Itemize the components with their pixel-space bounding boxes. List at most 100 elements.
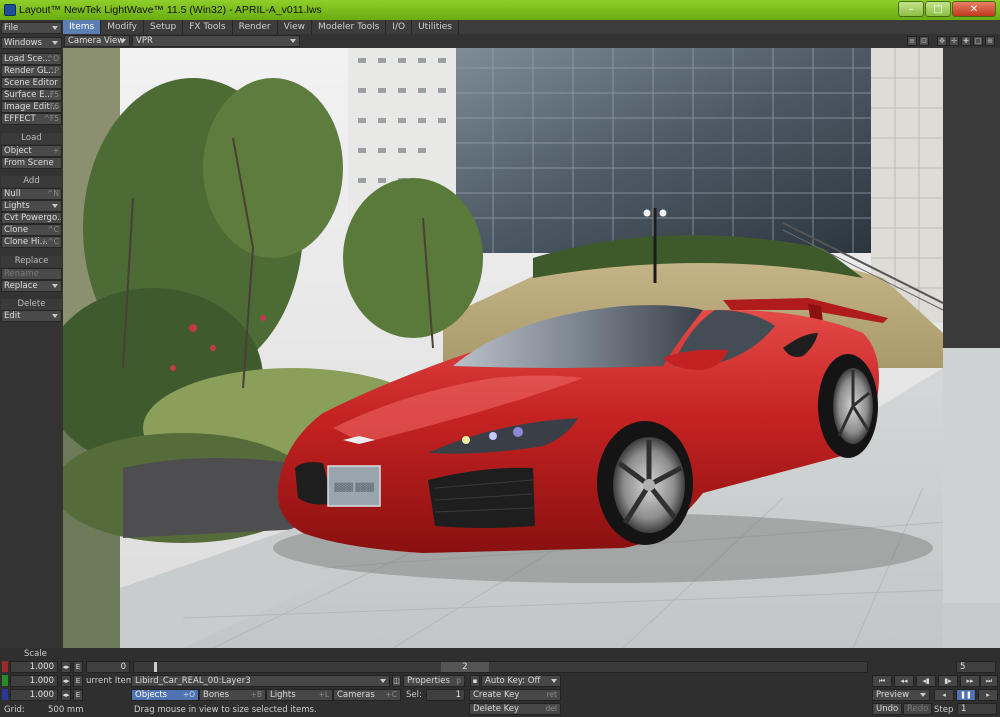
create-key-button[interactable]: Create Key ret bbox=[469, 689, 561, 701]
image-editor-button[interactable]: Image Edit... F6 bbox=[1, 101, 62, 113]
tab-modify[interactable]: Modify bbox=[101, 20, 145, 34]
scale-z-arrows-icon[interactable]: ◂▸ bbox=[61, 689, 71, 701]
vpr-mode-select[interactable]: VPR bbox=[132, 35, 300, 47]
license-plate-blur: ▓▓▓ ▓▓▓ bbox=[334, 482, 373, 492]
timeline-slider[interactable]: 2 bbox=[133, 661, 868, 673]
load-object-button[interactable]: Object + bbox=[1, 145, 62, 157]
step-field[interactable]: 1 bbox=[957, 703, 997, 715]
rotate-view-icon[interactable]: ✛ bbox=[949, 36, 959, 46]
close-icon[interactable]: ✕ bbox=[952, 1, 996, 17]
tab-setup[interactable]: Setup bbox=[144, 20, 184, 34]
timeline-playhead[interactable] bbox=[154, 662, 157, 672]
clone-hierarchy-button[interactable]: Clone Hi... +^C bbox=[1, 236, 62, 248]
maximize-icon[interactable]: □ bbox=[925, 1, 951, 17]
y-axis-swatch bbox=[2, 675, 8, 686]
current-item-select[interactable]: Libird_Car_REAL_00:Layer3 bbox=[131, 675, 390, 687]
z-axis-swatch bbox=[2, 689, 8, 700]
delete-edit-menu[interactable]: Edit bbox=[1, 310, 62, 322]
selection-count-label: Sel: bbox=[406, 690, 422, 700]
lights-mode-button[interactable]: Lights +L bbox=[266, 689, 333, 701]
delete-key-button[interactable]: Delete Key del bbox=[469, 703, 561, 715]
rendered-scene-car: ▓▓▓ ▓▓▓ bbox=[63, 48, 1000, 648]
scale-y-arrows-icon[interactable]: ◂▸ bbox=[61, 675, 71, 687]
step-label: Step bbox=[934, 705, 954, 715]
load-section-header: Load bbox=[1, 133, 62, 144]
minimize-icon[interactable]: – bbox=[898, 1, 924, 17]
previous-frame-icon[interactable]: ◂▮ bbox=[916, 675, 936, 687]
view-type-select[interactable]: Camera View bbox=[64, 35, 130, 47]
tab-utilities[interactable]: Utilities bbox=[412, 20, 459, 34]
tab-modeler-tools[interactable]: Modeler Tools bbox=[312, 20, 387, 34]
scale-x-arrows-icon[interactable]: ◂▸ bbox=[61, 661, 71, 673]
clone-button[interactable]: Clone ^C bbox=[1, 224, 62, 236]
go-to-end-icon[interactable]: ⏭ bbox=[980, 675, 998, 687]
add-null-button[interactable]: Null ^N bbox=[1, 188, 62, 200]
load-from-scene-button[interactable]: From Scene bbox=[1, 157, 62, 169]
scale-y-field[interactable]: 1.000 bbox=[10, 675, 58, 687]
render-gl-button[interactable]: Render GL... ^P bbox=[1, 65, 62, 77]
preview-menu[interactable]: Preview bbox=[872, 689, 930, 701]
auto-key-select[interactable]: Auto Key: Off bbox=[481, 675, 561, 687]
pause-icon[interactable]: ❚❚ bbox=[956, 689, 976, 701]
cameras-mode-button[interactable]: Cameras +C bbox=[333, 689, 401, 701]
convert-powergons-button[interactable]: Cvt Powergo... bbox=[1, 212, 62, 224]
camera-viewport[interactable]: ▓▓▓ ▓▓▓ bbox=[63, 48, 1000, 648]
delete-section-header: Delete bbox=[1, 299, 62, 310]
selection-count-value: 1 bbox=[426, 689, 465, 701]
envelope-z-button[interactable]: E bbox=[73, 689, 83, 701]
pan-view-icon[interactable]: ✥ bbox=[937, 36, 947, 46]
tab-view[interactable]: View bbox=[278, 20, 312, 34]
viewport-header: Camera View VPR ≡ ⊡ ✥ ✛ ✚ □ ⊕ bbox=[63, 34, 1000, 48]
auto-key-toggle[interactable]: ▪ bbox=[470, 675, 480, 687]
left-toolbar: File Windows Load Sce... ^O Render GL... ^… bbox=[0, 20, 63, 648]
grid-value: 500 mm bbox=[48, 705, 84, 715]
effect-button[interactable]: EFFECT ^F5 bbox=[1, 113, 62, 125]
play-forward-icon[interactable]: ▸ bbox=[978, 689, 998, 701]
previous-key-icon[interactable]: ◂◂ bbox=[894, 675, 914, 687]
status-message: Drag mouse in view to size selected item… bbox=[134, 705, 317, 715]
add-section-header: Add bbox=[1, 176, 62, 187]
windows-menu[interactable]: Windows bbox=[1, 37, 62, 49]
scale-x-field[interactable]: 1.000 bbox=[10, 661, 58, 673]
end-frame-field[interactable]: 5 bbox=[956, 661, 996, 673]
title-bar: Layout™ NewTek LightWave™ 11.5 (Win32) -… bbox=[0, 0, 1000, 20]
envelope-y-button[interactable]: E bbox=[73, 675, 83, 687]
view-center-icon[interactable]: ⊕ bbox=[985, 36, 995, 46]
tab-io[interactable]: I/O bbox=[386, 20, 413, 34]
envelope-x-button[interactable]: E bbox=[73, 661, 83, 673]
viewport-maximize-icon[interactable]: ⊡ bbox=[919, 36, 929, 46]
scene-editor-button[interactable]: Scene Editor bbox=[1, 77, 62, 89]
current-item-label: urrent Item bbox=[86, 676, 135, 686]
load-scene-button[interactable]: Load Sce... ^O bbox=[1, 53, 62, 65]
zoom-view-icon[interactable]: ✚ bbox=[961, 36, 971, 46]
properties-button[interactable]: Properties p bbox=[403, 675, 465, 687]
bones-mode-button[interactable]: Bones +B bbox=[199, 689, 266, 701]
tab-items[interactable]: Items bbox=[63, 20, 102, 34]
view-fit-icon[interactable]: □ bbox=[973, 36, 983, 46]
replace-menu[interactable]: Replace bbox=[1, 280, 62, 292]
current-frame-field[interactable]: 0 bbox=[86, 661, 130, 673]
play-reverse-icon[interactable]: ◂ bbox=[934, 689, 954, 701]
scale-z-field[interactable]: 1.000 bbox=[10, 689, 58, 701]
add-lights-menu[interactable]: Lights bbox=[1, 200, 62, 212]
go-to-start-icon[interactable]: ⏮ bbox=[872, 675, 892, 687]
grid-label: Grid: bbox=[4, 705, 25, 715]
timeline-marker: 2 bbox=[441, 662, 489, 672]
window-title: Layout™ NewTek LightWave™ 11.5 (Win32) -… bbox=[19, 4, 322, 16]
viewport-options-icon[interactable]: ≡ bbox=[907, 36, 917, 46]
menu-tab-bar: Items Modify Setup FX Tools Render View … bbox=[63, 20, 1000, 34]
replace-section-header: Replace bbox=[1, 256, 62, 267]
window-controls: – □ ✕ bbox=[898, 1, 996, 17]
file-menu[interactable]: File bbox=[1, 22, 62, 34]
lightwave-app-icon bbox=[4, 4, 16, 16]
next-frame-icon[interactable]: ▮▸ bbox=[938, 675, 958, 687]
undo-button[interactable]: Undo bbox=[872, 703, 902, 715]
tab-fx-tools[interactable]: FX Tools bbox=[183, 20, 233, 34]
next-key-icon[interactable]: ▸▸ bbox=[960, 675, 980, 687]
tab-render[interactable]: Render bbox=[233, 20, 278, 34]
item-lock-icon[interactable]: ◫ bbox=[392, 675, 401, 687]
surface-editor-button[interactable]: Surface E... F5 bbox=[1, 89, 62, 101]
rename-button[interactable]: Rename bbox=[1, 268, 62, 280]
redo-button[interactable]: Redo bbox=[903, 703, 932, 715]
objects-mode-button[interactable]: Objects +O bbox=[131, 689, 199, 701]
